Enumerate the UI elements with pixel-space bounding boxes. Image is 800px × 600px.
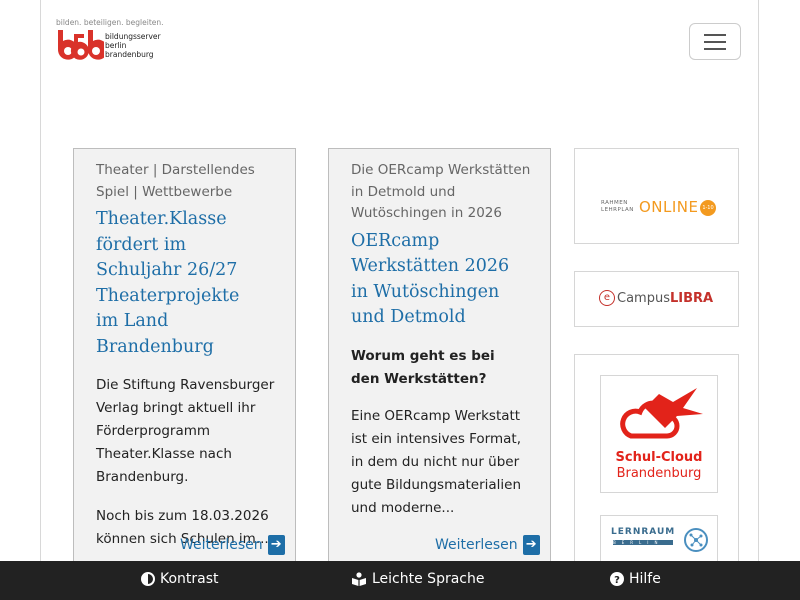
logo-text: bildungsserver berlin brandenburg [105,32,161,59]
easy-language-button[interactable]: Leichte Sprache [351,571,484,587]
logo-tagline: bilden. beteiligen. begleiten. [56,18,164,27]
read-more-label: Weiterlesen [180,537,263,553]
site-logo[interactable]: bilden. beteiligen. begleiten. bildungss… [56,18,176,66]
cloud-bird-icon [620,388,703,439]
arrow-right-icon: ➔ [522,535,540,555]
logo-line-3: brandenburg [105,50,154,59]
card-text: Eine OERcamp Werkstatt ist ein intensive… [351,407,522,516]
rlo-big-text: ONLINE [639,198,699,216]
card-category: Theater | Darstellendes Spiel | Wettbewe… [96,162,255,200]
ecampus-prefix: Campus [617,291,670,306]
card-title-link[interactable]: OERcamp Werkstätten 2026 in Wutöschingen… [351,229,531,331]
hamburger-icon [704,41,726,43]
card-question: Worum geht es bei den Werkstätten? [351,347,495,387]
rlo-small-1: RAHMEN [601,200,628,206]
schul-cloud-logo[interactable]: Schul-Cloud Brandenburg [600,375,718,493]
lernraum-berlin-logo[interactable]: LERNRAUM BERLIN [600,515,718,563]
schul-cloud-line2: Brandenburg [616,466,702,481]
help-button[interactable]: ? Hilfe [610,571,661,587]
read-more-link[interactable]: Weiterlesen ➔ [435,535,540,555]
easy-language-label: Leichte Sprache [372,571,485,587]
news-card-2: Die OERcamp Werkstätten in Detmold und W… [328,148,551,568]
rlo-badge: 1-10 [700,200,716,216]
rlo-small-text: RAHMEN LEHRPLAN [601,200,634,214]
card-text: Die Stiftung Ravensburger Verlag bringt … [96,376,275,485]
schul-cloud-text: Schul-Cloud Brandenburg [601,450,717,482]
read-more-label: Weiterlesen [435,537,518,553]
rlo-small-2: LEHRPLAN [601,207,634,213]
ecampus-logo-icon: e [599,290,615,306]
read-more-link[interactable]: Weiterlesen ➔ [180,535,285,555]
arrow-right-icon: ➔ [267,535,285,555]
contrast-button[interactable]: Kontrast [141,571,219,587]
lernraum-line2: BERLIN [613,540,673,545]
hamburger-icon [704,48,726,50]
logo-line-1: bildungsserver [105,32,161,41]
contrast-label: Kontrast [160,571,219,587]
logo-mark-icon [57,30,104,60]
svg-text:?: ? [614,575,620,586]
book-reader-icon [352,572,366,586]
hamburger-icon [704,34,726,36]
rahmenlehrplan-online-banner[interactable]: RAHMEN LEHRPLAN ONLINE 1-10 [574,148,739,244]
menu-toggle-button[interactable] [689,23,741,60]
card-title-link[interactable]: Theater.Klasse fördert im Schuljahr 26/2… [96,207,266,361]
news-card-1: Theater | Darstellendes Spiel | Wettbewe… [73,148,296,568]
ecampus-suffix: LIBRA [669,291,714,306]
card-category: Die OERcamp Werkstätten in Detmold und W… [351,162,531,221]
logo-line-2: berlin [105,41,127,50]
partner-logos-box: Schul-Cloud Brandenburg LERNRAUM BERLIN [574,354,739,574]
ecampus-text: CampusLIBRA [617,291,713,306]
lernraum-line1: LERNRAUM [611,527,676,537]
help-label: Hilfe [629,571,661,587]
ecampus-libra-banner[interactable]: e CampusLIBRA [574,271,739,327]
contrast-icon [141,572,155,586]
accessibility-bar: Kontrast Leichte Sprache ? Hilfe [0,561,800,600]
schul-cloud-line1: Schul-Cloud [615,450,703,465]
question-circle-icon: ? [610,572,624,586]
lernraum-network-icon [684,528,708,552]
